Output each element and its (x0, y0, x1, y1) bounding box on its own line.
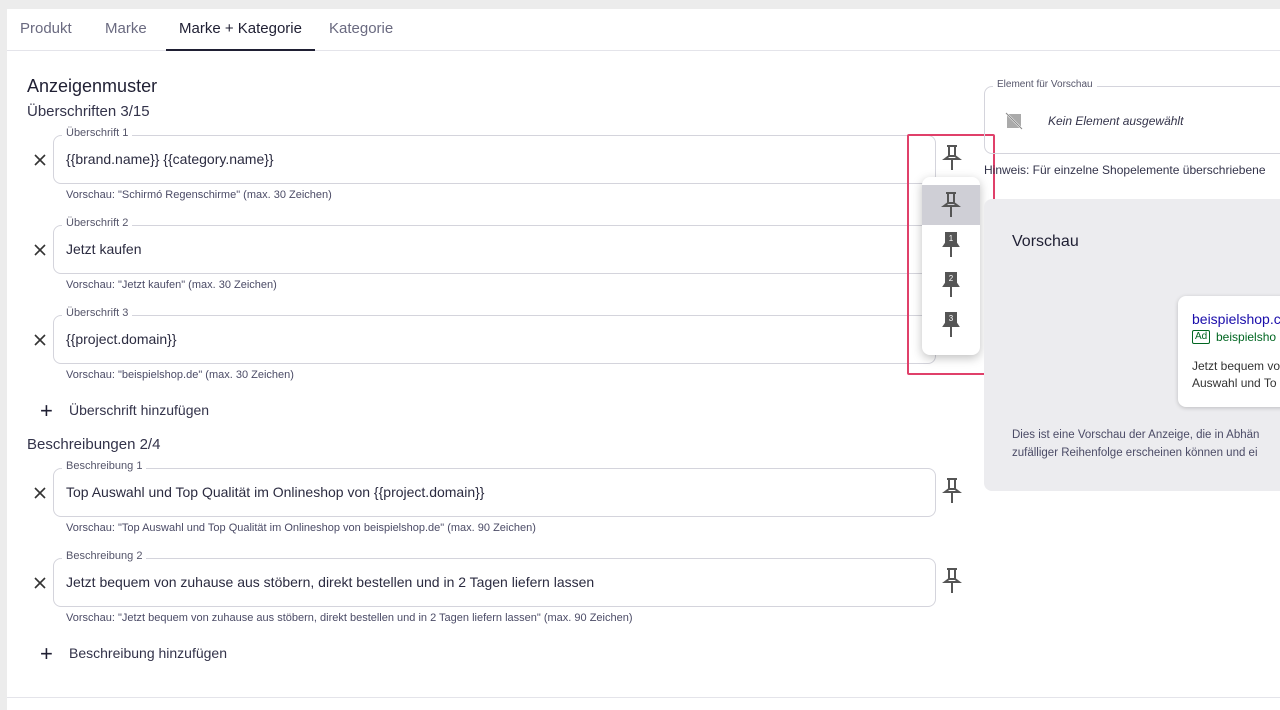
close-icon (34, 154, 46, 166)
preview-element-selector[interactable]: Element für Vorschau Kein Element ausgew… (984, 79, 1280, 154)
description-2-input[interactable] (66, 574, 916, 590)
pin-icon (942, 478, 962, 503)
ad-description-line-1: Jetzt bequem vo (1192, 359, 1280, 373)
descriptions-heading: Beschreibungen 2/4 (27, 436, 161, 453)
remove-headline-1-button[interactable] (32, 152, 48, 168)
tab-marke-kategorie[interactable]: Marke + Kategorie (166, 9, 315, 51)
add-headline-label: Überschrift hinzufügen (69, 402, 210, 418)
page: Produkt Marke Marke + Kategorie Kategori… (7, 9, 1280, 710)
headline-1-input[interactable] (66, 151, 916, 167)
ad-url: beispielsho (1216, 330, 1277, 344)
pin-option-1[interactable]: 1 (922, 225, 980, 265)
no-image-icon (1005, 112, 1023, 130)
remove-description-1-button[interactable] (32, 485, 48, 501)
tab-bar: Produkt Marke Marke + Kategorie Kategori… (7, 9, 1280, 51)
pin-option-2[interactable]: 2 (922, 265, 980, 305)
remove-headline-2-button[interactable] (32, 242, 48, 258)
pin-icon (942, 568, 962, 593)
headline-3-label: Überschrift 3 (62, 307, 133, 319)
svg-text:2: 2 (949, 274, 954, 283)
svg-text:3: 3 (949, 314, 954, 323)
headline-1-field[interactable]: Überschrift 1 (53, 127, 936, 184)
preview-title: Vorschau (1012, 233, 1079, 250)
pin-position-menu: 1 2 3 (922, 177, 980, 355)
preview-note-line-2: zufälliger Reihenfolge erscheinen können… (1012, 447, 1258, 459)
notice-text: Hinweis: Für einzelne Shopelemente übers… (984, 163, 1266, 177)
close-icon (34, 487, 46, 499)
headline-1-pin-button[interactable] (942, 144, 962, 172)
tab-kategorie[interactable]: Kategorie (316, 9, 406, 51)
ad-badge: Ad (1192, 330, 1211, 344)
description-1-input[interactable] (66, 484, 916, 500)
ad-preview-card: beispielshop.c Ad beispielsho Jetzt bequ… (1178, 296, 1280, 407)
description-1-pin-button[interactable] (942, 477, 962, 505)
headlines-heading: Überschriften 3/15 (27, 103, 150, 120)
add-headline-button[interactable]: + Überschrift hinzufügen (40, 398, 240, 423)
pin-icon (942, 145, 962, 170)
description-2-field[interactable]: Beschreibung 2 (53, 550, 936, 607)
ad-headline: beispielshop.c (1192, 311, 1280, 327)
tab-marke[interactable]: Marke (92, 9, 160, 51)
pin-2-icon: 2 (942, 272, 960, 297)
add-description-button[interactable]: + Beschreibung hinzufügen (40, 641, 250, 666)
headline-1-hint: Vorschau: "Schirmó Regenschirme" (max. 3… (66, 189, 332, 201)
headline-2-label: Überschrift 2 (62, 217, 133, 229)
footer-divider (7, 697, 1280, 698)
preview-element-label: Element für Vorschau (993, 79, 1097, 90)
pin-option-3[interactable]: 3 (922, 305, 980, 345)
remove-description-2-button[interactable] (32, 575, 48, 591)
close-icon (34, 244, 46, 256)
headline-2-input[interactable] (66, 241, 916, 257)
no-element-text: Kein Element ausgewählt (1048, 114, 1184, 128)
remove-headline-3-button[interactable] (32, 332, 48, 348)
close-icon (34, 334, 46, 346)
svg-text:1: 1 (949, 234, 954, 243)
headline-3-input[interactable] (66, 331, 916, 347)
tab-produkt[interactable]: Produkt (7, 9, 85, 51)
description-2-pin-button[interactable] (942, 567, 962, 595)
description-1-label: Beschreibung 1 (62, 460, 147, 472)
headline-2-hint: Vorschau: "Jetzt kaufen" (max. 30 Zeiche… (66, 279, 277, 291)
close-icon (34, 577, 46, 589)
plus-icon: + (40, 641, 53, 666)
description-1-field[interactable]: Beschreibung 1 (53, 460, 936, 517)
headline-3-field[interactable]: Überschrift 3 (53, 307, 936, 364)
headline-1-label: Überschrift 1 (62, 127, 133, 139)
description-1-hint: Vorschau: "Top Auswahl und Top Qualität … (66, 522, 536, 534)
preview-panel: Vorschau beispielshop.c Ad beispielsho J… (984, 199, 1280, 491)
preview-note-line-1: Dies ist eine Vorschau der Anzeige, die … (1012, 429, 1260, 441)
plus-icon: + (40, 398, 53, 423)
add-description-label: Beschreibung hinzufügen (69, 645, 228, 661)
headline-3-hint: Vorschau: "beispielshop.de" (max. 30 Zei… (66, 369, 294, 381)
ad-description-line-2: Auswahl und To (1192, 376, 1277, 390)
section-title: Anzeigenmuster (27, 76, 158, 96)
pin-3-icon: 3 (942, 312, 960, 337)
description-2-label: Beschreibung 2 (62, 550, 147, 562)
pin-icon (941, 192, 961, 217)
pin-option-none[interactable] (922, 185, 980, 225)
pin-1-icon: 1 (942, 232, 960, 257)
description-2-hint: Vorschau: "Jetzt bequem von zuhause aus … (66, 612, 633, 624)
headline-2-field[interactable]: Überschrift 2 (53, 217, 936, 274)
